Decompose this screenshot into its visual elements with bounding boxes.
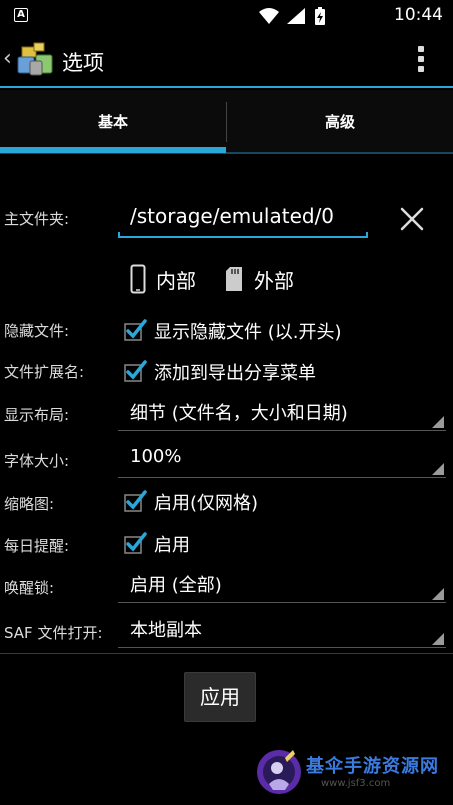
wifi-icon	[259, 8, 279, 24]
file-extension-text[interactable]: 添加到导出分享菜单	[154, 359, 316, 385]
watermark-url: www.jsf3.com	[321, 778, 391, 789]
saf-open-dropdown[interactable]: 本地副本	[118, 612, 446, 648]
status-time: 10:44	[394, 5, 443, 25]
wake-lock-value: 启用 (全部)	[130, 575, 222, 596]
daily-reminder-text[interactable]: 启用	[154, 531, 190, 557]
display-layout-dropdown[interactable]: 细节 (文件名，大小和日期)	[118, 395, 446, 431]
tab-bar: 基本 高级	[0, 90, 453, 154]
file-extension-label: 文件扩展名:	[4, 363, 85, 381]
close-icon[interactable]	[398, 205, 426, 233]
dropdown-arrow-icon	[432, 463, 444, 475]
dropdown-arrow-icon	[432, 633, 444, 645]
display-layout-value: 细节 (文件名，大小和日期)	[130, 403, 348, 424]
font-size-dropdown[interactable]: 100%	[118, 442, 446, 478]
apply-button[interactable]: 应用	[184, 672, 256, 722]
input-underline	[118, 236, 368, 238]
file-extension-checkbox[interactable]	[123, 359, 147, 383]
main-folder-input[interactable]: /storage/emulated/0	[118, 196, 368, 238]
watermark-text: 基伞手游资源网	[306, 756, 439, 777]
action-bar: ‹ 选项	[0, 32, 453, 88]
watermark: 基伞手游资源网 www.jsf3.com	[255, 744, 453, 802]
hidden-files-label: 隐藏文件:	[4, 322, 70, 340]
watermark-logo-icon	[257, 750, 301, 794]
storage-internal-button[interactable]: 内部	[130, 262, 196, 296]
page-title: 选项	[62, 51, 104, 75]
wake-lock-label: 唤醒锁:	[4, 579, 55, 597]
tab-selected-indicator	[0, 147, 226, 153]
dropdown-arrow-icon	[432, 416, 444, 428]
storage-external-label: 外部	[254, 268, 294, 293]
signal-icon	[287, 8, 305, 24]
status-bar: A 10:44	[0, 0, 453, 32]
chevron-left-icon[interactable]: ‹	[3, 46, 12, 71]
sd-card-icon	[226, 267, 242, 291]
dropdown-arrow-icon	[432, 588, 444, 600]
divider	[0, 653, 453, 654]
main-folder-label: 主文件夹:	[4, 210, 70, 228]
wake-lock-dropdown[interactable]: 启用 (全部)	[118, 567, 446, 603]
notification-icon: A	[14, 8, 28, 22]
thumbnails-label: 缩略图:	[4, 495, 55, 513]
hidden-files-checkbox[interactable]	[123, 318, 147, 342]
tab-advanced[interactable]: 高级	[227, 90, 453, 154]
tab-basic[interactable]: 基本	[0, 90, 226, 154]
saf-open-value: 本地副本	[130, 620, 202, 641]
more-vert-icon[interactable]	[417, 46, 425, 74]
status-icons	[259, 7, 325, 25]
thumbnails-text[interactable]: 启用(仅网格)	[154, 489, 258, 515]
thumbnails-checkbox[interactable]	[123, 489, 147, 513]
main-folder-value[interactable]: /storage/emulated/0	[130, 204, 334, 228]
display-layout-label: 显示布局:	[4, 406, 70, 424]
saf-open-label: SAF 文件打开:	[4, 624, 103, 642]
input-tick-right	[366, 232, 368, 238]
hidden-files-text[interactable]: 显示隐藏文件 (以.开头)	[154, 318, 342, 344]
storage-internal-label: 内部	[156, 268, 196, 293]
battery-icon	[315, 7, 325, 25]
font-size-label: 字体大小:	[4, 452, 70, 470]
app-logo-icon[interactable]	[16, 41, 56, 79]
phone-icon	[130, 264, 146, 294]
storage-external-button[interactable]: 外部	[224, 262, 294, 296]
daily-reminder-label: 每日提醒:	[4, 537, 70, 555]
input-tick-left	[118, 232, 120, 238]
daily-reminder-checkbox[interactable]	[123, 531, 147, 555]
font-size-value: 100%	[130, 446, 182, 467]
